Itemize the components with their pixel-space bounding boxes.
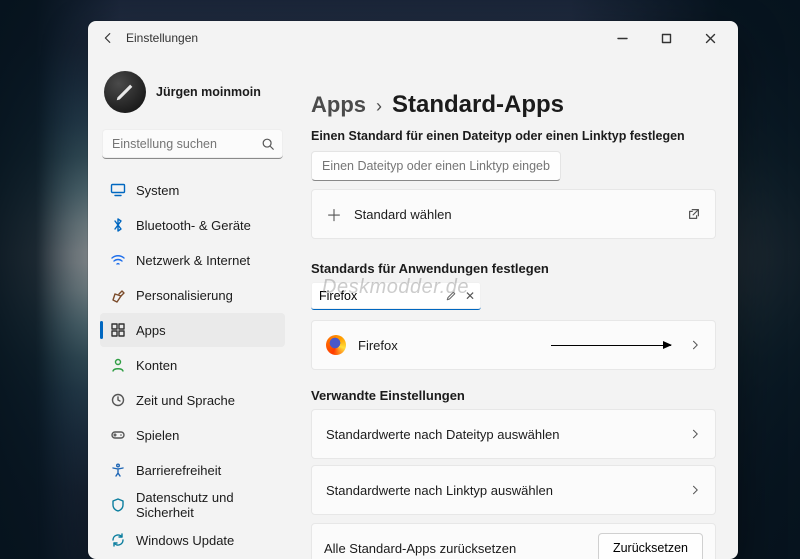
open-external-icon bbox=[687, 207, 701, 221]
sidebar-item-label: Personalisierung bbox=[136, 288, 233, 303]
filetype-heading: Einen Standard für einen Dateityp oder e… bbox=[311, 129, 716, 143]
breadcrumb-parent[interactable]: Apps bbox=[311, 92, 366, 118]
settings-search bbox=[102, 129, 283, 159]
sidebar-item-system[interactable]: System bbox=[100, 173, 285, 207]
arrow-left-icon bbox=[101, 31, 115, 45]
close-icon bbox=[705, 33, 716, 44]
person-icon bbox=[110, 357, 126, 373]
choose-default-label: Standard wählen bbox=[354, 207, 452, 222]
reset-defaults-label: Alle Standard-Apps zurücksetzen bbox=[324, 541, 516, 556]
sidebar-item-personalization[interactable]: Personalisierung bbox=[100, 278, 285, 312]
sidebar-item-privacy[interactable]: Datenschutz und Sicherheit bbox=[100, 488, 285, 522]
clock-icon bbox=[110, 392, 126, 408]
wifi-icon bbox=[110, 252, 126, 268]
paint-icon bbox=[110, 287, 126, 303]
sidebar-item-accounts[interactable]: Konten bbox=[100, 348, 285, 382]
arrow-annotation bbox=[551, 345, 671, 346]
search-input[interactable] bbox=[102, 129, 283, 159]
chevron-right-icon bbox=[689, 428, 701, 440]
sidebar-item-label: System bbox=[136, 183, 179, 198]
sidebar-item-label: Netzwerk & Internet bbox=[136, 253, 250, 268]
choose-default-card[interactable]: ＋ Standard wählen bbox=[311, 189, 716, 239]
minimize-button[interactable] bbox=[600, 23, 644, 53]
app-defaults-heading: Standards für Anwendungen festlegen bbox=[311, 261, 716, 276]
sidebar-item-gaming[interactable]: Spielen bbox=[100, 418, 285, 452]
main-content: Apps › Standard-Apps Einen Standard für … bbox=[293, 55, 738, 559]
sidebar-item-update[interactable]: Windows Update bbox=[100, 523, 285, 557]
sidebar-item-bluetooth[interactable]: Bluetooth- & Geräte bbox=[100, 208, 285, 242]
clear-search-button[interactable]: ✕ bbox=[465, 289, 475, 303]
apps-icon bbox=[110, 322, 126, 338]
app-result-label: Firefox bbox=[358, 338, 398, 353]
reset-button[interactable]: Zurücksetzen bbox=[598, 533, 703, 559]
bluetooth-icon bbox=[110, 217, 126, 233]
sidebar-item-label: Konten bbox=[136, 358, 177, 373]
reset-defaults-row: Alle Standard-Apps zurücksetzen Zurückse… bbox=[311, 523, 716, 559]
maximize-button[interactable] bbox=[644, 23, 688, 53]
pen-icon bbox=[114, 81, 136, 103]
sidebar-item-accessibility[interactable]: Barrierefreiheit bbox=[100, 453, 285, 487]
settings-window: Einstellungen Jürgen moinmoin System bbox=[88, 21, 738, 559]
maximize-icon bbox=[661, 33, 672, 44]
plus-icon: ＋ bbox=[326, 202, 342, 226]
related-row-label: Standardwerte nach Linktyp auswählen bbox=[326, 483, 553, 498]
sidebar-item-time[interactable]: Zeit und Sprache bbox=[100, 383, 285, 417]
related-row-1[interactable]: Standardwerte nach Linktyp auswählen bbox=[311, 465, 716, 515]
search-icon bbox=[261, 137, 275, 151]
sidebar-item-apps[interactable]: Apps bbox=[100, 313, 285, 347]
sidebar-item-label: Bluetooth- & Geräte bbox=[136, 218, 251, 233]
related-row-0[interactable]: Standardwerte nach Dateityp auswählen bbox=[311, 409, 716, 459]
back-button[interactable] bbox=[94, 24, 122, 52]
shield-icon bbox=[110, 497, 126, 513]
firefox-icon bbox=[326, 335, 346, 355]
related-row-label: Standardwerte nach Dateityp auswählen bbox=[326, 427, 559, 442]
monitor-icon bbox=[110, 182, 126, 198]
app-result-firefox[interactable]: Firefox bbox=[311, 320, 716, 370]
chevron-right-icon bbox=[689, 484, 701, 496]
sidebar-item-network[interactable]: Netzwerk & Internet bbox=[100, 243, 285, 277]
sidebar-item-label: Zeit und Sprache bbox=[136, 393, 235, 408]
sidebar-item-label: Windows Update bbox=[136, 533, 234, 548]
chevron-right-icon bbox=[689, 339, 701, 351]
avatar bbox=[104, 71, 146, 113]
sidebar: Jürgen moinmoin System Bluetooth- & Gerät… bbox=[88, 55, 293, 559]
page-title: Standard-Apps bbox=[392, 91, 564, 119]
filetype-input[interactable] bbox=[311, 151, 561, 181]
nav-list: System Bluetooth- & Geräte Netzwerk & Inte… bbox=[100, 173, 285, 557]
close-button[interactable] bbox=[688, 23, 732, 53]
update-icon bbox=[110, 532, 126, 548]
sidebar-item-label: Datenschutz und Sicherheit bbox=[136, 490, 275, 520]
breadcrumb: Apps › Standard-Apps bbox=[311, 91, 716, 119]
edit-icon bbox=[445, 290, 457, 302]
gamepad-icon bbox=[110, 427, 126, 443]
sidebar-item-label: Barrierefreiheit bbox=[136, 463, 221, 478]
window-title: Einstellungen bbox=[126, 31, 198, 45]
chevron-right-icon: › bbox=[376, 96, 382, 117]
minimize-icon bbox=[617, 33, 628, 44]
app-search: ✕ bbox=[311, 282, 481, 310]
profile-name: Jürgen moinmoin bbox=[156, 85, 261, 99]
sidebar-item-label: Apps bbox=[136, 323, 166, 338]
sidebar-item-label: Spielen bbox=[136, 428, 179, 443]
titlebar: Einstellungen bbox=[88, 21, 738, 55]
profile-block[interactable]: Jürgen moinmoin bbox=[100, 65, 285, 127]
accessibility-icon bbox=[110, 462, 126, 478]
related-heading: Verwandte Einstellungen bbox=[311, 388, 716, 403]
